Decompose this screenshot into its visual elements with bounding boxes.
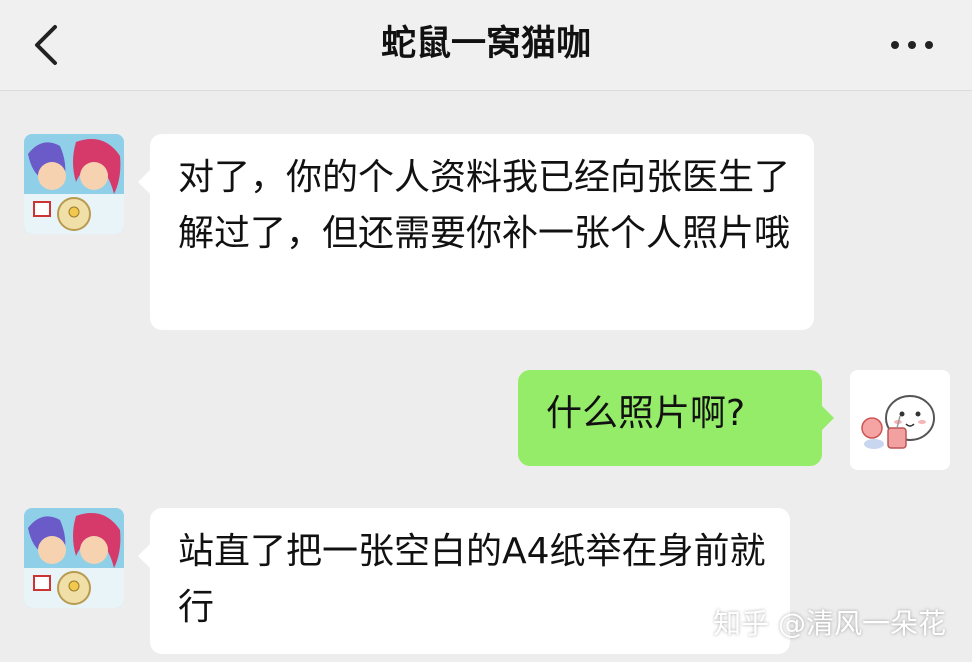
contact-avatar[interactable]: [24, 134, 124, 234]
contact-avatar-image: [24, 508, 124, 608]
dot: [925, 41, 933, 49]
contact-avatar[interactable]: [24, 508, 124, 608]
chat-title: 蛇鼠一窝猫咖: [380, 24, 591, 64]
dot: [908, 41, 916, 49]
contact-avatar-image: [24, 134, 124, 234]
message-bubble-outgoing[interactable]: 什么照片啊?: [518, 370, 834, 466]
self-avatar-image: [850, 370, 950, 470]
message-bubble-incoming[interactable]: 站直了把一张空白的A4纸举在身前就行: [138, 508, 790, 654]
message-text: 什么照片啊?: [546, 393, 746, 434]
dot: [891, 41, 899, 49]
watermark: 知乎 @清风一朵花: [713, 607, 946, 640]
more-button[interactable]: [882, 20, 942, 70]
chat-header: 蛇鼠一窝猫咖: [0, 0, 972, 91]
message-bubble-incoming[interactable]: 对了，你的个人资料我已经向张医生了解过了，但还需要你补一张个人照片哦: [138, 134, 814, 330]
message-text: 对了，你的个人资料我已经向张医生了解过了，但还需要你补一张个人照片哦: [178, 157, 791, 254]
self-avatar[interactable]: [850, 370, 950, 470]
message-text: 站直了把一张空白的A4纸举在身前就行: [178, 531, 766, 628]
